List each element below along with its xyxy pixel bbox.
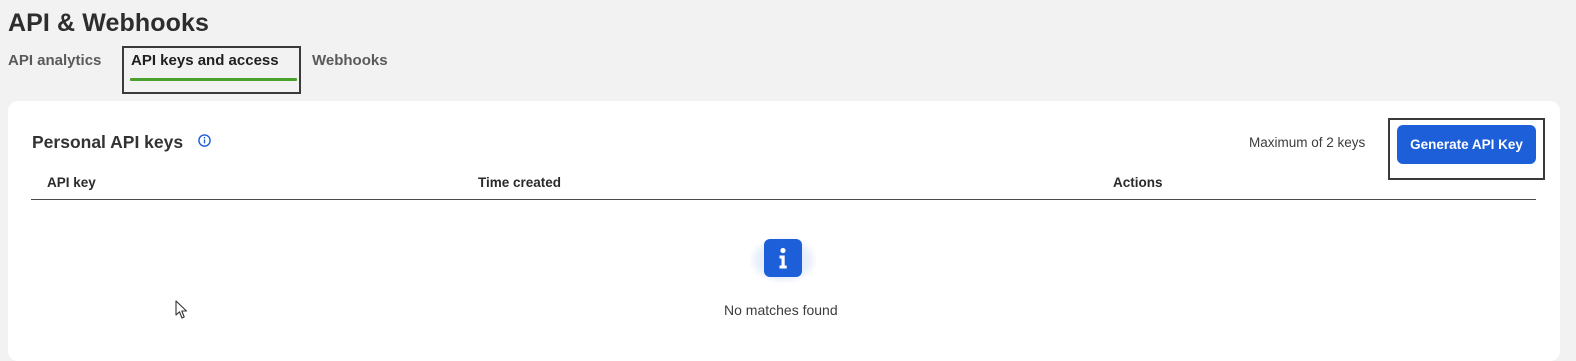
mouse-cursor-icon <box>175 300 188 319</box>
api-keys-card: Personal API keys Maximum of 2 keys Gene… <box>8 101 1560 361</box>
column-header-actions: Actions <box>1113 175 1163 190</box>
tab-webhooks[interactable]: Webhooks <box>312 52 388 69</box>
info-circle-icon[interactable] <box>198 134 211 147</box>
empty-state-text: No matches found <box>724 302 838 318</box>
table-header-divider <box>31 199 1536 200</box>
info-square-icon <box>764 239 802 277</box>
empty-state-icon-wrap <box>748 229 818 289</box>
column-header-time-created[interactable]: Time created <box>478 175 561 190</box>
active-tab-underline <box>130 78 297 81</box>
section-title: Personal API keys <box>32 132 184 152</box>
page-title: API & Webhooks <box>8 9 209 37</box>
tab-api-analytics[interactable]: API analytics <box>8 52 101 69</box>
generate-api-key-button[interactable]: Generate API Key <box>1397 125 1536 164</box>
key-limit-text: Maximum of 2 keys <box>1249 135 1366 150</box>
tab-api-keys-and-access[interactable]: API keys and access <box>131 52 279 69</box>
column-header-api-key[interactable]: API key <box>47 175 96 190</box>
